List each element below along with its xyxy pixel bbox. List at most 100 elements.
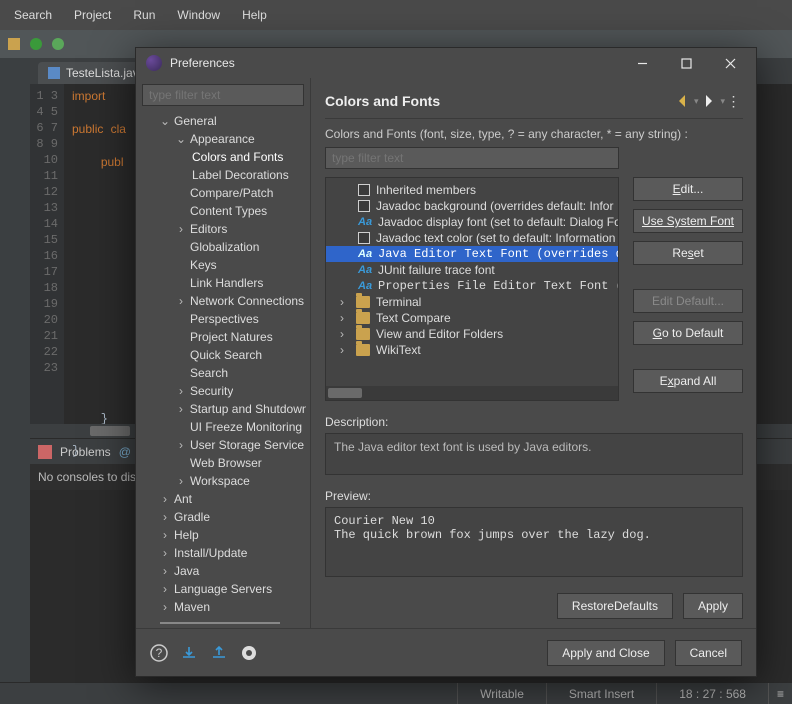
nav-item[interactable]: ›Gradle xyxy=(142,508,306,526)
nav-item[interactable]: ›Security xyxy=(142,382,306,400)
nav-general[interactable]: ⌄General xyxy=(142,112,306,130)
tree-item[interactable]: Inherited members xyxy=(326,182,618,198)
tree-item[interactable]: AaJava Editor Text Font (overrides d xyxy=(326,246,618,262)
minimize-button[interactable] xyxy=(620,48,664,78)
nav-item[interactable]: Web Browser xyxy=(142,454,306,472)
color-swatch-icon xyxy=(358,184,370,196)
folder-icon xyxy=(356,312,370,324)
edit-button[interactable]: Edit... xyxy=(633,177,743,201)
dialog-title: Preferences xyxy=(170,56,620,70)
menu-window[interactable]: Window xyxy=(167,2,230,28)
debug-icon[interactable] xyxy=(50,36,66,52)
tree-filter-input[interactable] xyxy=(325,147,619,169)
menu-project[interactable]: Project xyxy=(64,2,121,28)
nav-item[interactable]: ›Java xyxy=(142,562,306,580)
nav-item[interactable]: Perspectives xyxy=(142,310,306,328)
nav-appearance-child[interactable]: Colors and Fonts xyxy=(142,148,306,166)
edit-default-button: Edit Default... xyxy=(633,289,743,313)
tree-item[interactable]: AaProperties File Editor Text Font ( xyxy=(326,278,618,294)
nav-item[interactable]: ›Language Servers xyxy=(142,580,306,598)
nav-item[interactable]: Project Natures xyxy=(142,328,306,346)
editor-tab-label: TesteLista.java xyxy=(66,66,145,80)
restore-defaults-button[interactable]: Restore Defaults xyxy=(557,593,673,619)
apply-button[interactable]: Apply xyxy=(683,593,743,619)
apply-and-close-button[interactable]: Apply and Close xyxy=(547,640,664,666)
nav-item[interactable]: ›Maven xyxy=(142,598,306,616)
tree-folder[interactable]: ›View and Editor Folders xyxy=(326,326,618,342)
tree-item[interactable]: AaJUnit failure trace font xyxy=(326,262,618,278)
tree-folder[interactable]: ›Terminal xyxy=(326,294,618,310)
nav-item[interactable]: Compare/Patch xyxy=(142,184,306,202)
cancel-button[interactable]: Cancel xyxy=(675,640,742,666)
help-icon[interactable]: ? xyxy=(150,644,168,662)
close-button[interactable] xyxy=(708,48,752,78)
folder-icon xyxy=(356,296,370,308)
tree-folder[interactable]: ›WikiText xyxy=(326,342,618,358)
color-swatch-icon xyxy=(358,232,370,244)
tree-folder[interactable]: ›Text Compare xyxy=(326,310,618,326)
nav-item[interactable]: ›Install/Update xyxy=(142,544,306,562)
back-icon[interactable] xyxy=(674,92,692,110)
eclipse-icon xyxy=(146,55,162,71)
run-icon[interactable] xyxy=(28,36,44,52)
nav-appearance[interactable]: ⌄Appearance xyxy=(142,130,306,148)
nav-item[interactable]: Quick Search xyxy=(142,346,306,364)
page-menu-icon[interactable]: ⋮ xyxy=(725,93,743,110)
preferences-dialog: Preferences ⌄General⌄AppearanceColors an… xyxy=(135,47,757,677)
nav-item[interactable]: Keys xyxy=(142,256,306,274)
status-caret: 18 : 27 : 568 xyxy=(656,683,768,704)
line-numbers: 1 3 4 5 6 7 8 9 10 11 12 13 14 15 16 17 … xyxy=(30,84,64,424)
tree-item[interactable]: Javadoc text color (set to default: Info… xyxy=(326,230,618,246)
page-help-text: Colors and Fonts (font, size, type, ? = … xyxy=(325,127,743,141)
nav-item[interactable]: ›Workspace xyxy=(142,472,306,490)
menu-run[interactable]: Run xyxy=(123,2,165,28)
menu-search[interactable]: Search xyxy=(4,2,62,28)
font-icon: Aa xyxy=(358,264,372,276)
back-dropdown-icon[interactable]: ▾ xyxy=(694,96,699,107)
preview-box: Courier New 10 The quick brown fox jumps… xyxy=(325,507,743,577)
use-system-font-button[interactable]: Use System Font xyxy=(633,209,743,233)
expand-all-button[interactable]: Expand All xyxy=(633,369,743,393)
nav-item[interactable]: ›Editors xyxy=(142,220,306,238)
nav-item[interactable]: Link Handlers xyxy=(142,274,306,292)
import-icon[interactable] xyxy=(180,644,198,662)
nav-item[interactable]: UI Freeze Monitoring xyxy=(142,418,306,436)
dialog-footer: ? Apply and Close Cancel xyxy=(136,628,756,676)
tree-item[interactable]: Javadoc background (overrides default: I… xyxy=(326,198,618,214)
status-bar: Writable Smart Insert 18 : 27 : 568 ≡ xyxy=(0,682,792,704)
tab-problems[interactable]: Problems xyxy=(60,445,111,459)
nav-item[interactable]: ›Help xyxy=(142,526,306,544)
tree-hscroll[interactable] xyxy=(326,386,618,400)
go-to-default-button[interactable]: Go to Default xyxy=(633,321,743,345)
folder-icon xyxy=(356,328,370,340)
nav-item[interactable]: Search xyxy=(142,364,306,382)
oomph-icon[interactable] xyxy=(240,644,258,662)
maximize-button[interactable] xyxy=(664,48,708,78)
nav-item[interactable]: Globalization xyxy=(142,238,306,256)
nav-item[interactable]: ›Ant xyxy=(142,490,306,508)
menu-help[interactable]: Help xyxy=(232,2,277,28)
export-icon[interactable] xyxy=(210,644,228,662)
forward-icon[interactable] xyxy=(700,92,718,110)
tree-item[interactable]: AaJavadoc display font (set to default: … xyxy=(326,214,618,230)
description-label: Description: xyxy=(325,415,743,429)
preview-label: Preview: xyxy=(325,489,743,503)
at-icon[interactable]: @ xyxy=(119,445,131,459)
description-box: The Java editor text font is used by Jav… xyxy=(325,433,743,475)
save-icon[interactable] xyxy=(6,36,22,52)
nav-item[interactable]: ›Startup and Shutdown xyxy=(142,400,306,418)
status-menu-icon[interactable]: ≡ xyxy=(768,683,792,704)
left-gutter xyxy=(0,58,30,682)
nav-appearance-child[interactable]: Label Decorations xyxy=(142,166,306,184)
colors-fonts-tree[interactable]: Inherited membersJavadoc background (ove… xyxy=(325,177,619,401)
nav-item[interactable]: ›Network Connections xyxy=(142,292,306,310)
nav-item[interactable]: ›User Storage Service xyxy=(142,436,306,454)
nav-filter-input[interactable] xyxy=(142,84,304,106)
dialog-titlebar: Preferences xyxy=(136,48,756,78)
preferences-nav: ⌄General⌄AppearanceColors and FontsLabel… xyxy=(136,78,311,628)
svg-text:?: ? xyxy=(156,646,163,660)
reset-button[interactable]: Reset xyxy=(633,241,743,265)
nav-item[interactable]: Content Types xyxy=(142,202,306,220)
page-title: Colors and Fonts xyxy=(325,93,672,109)
font-icon: Aa xyxy=(358,216,372,228)
